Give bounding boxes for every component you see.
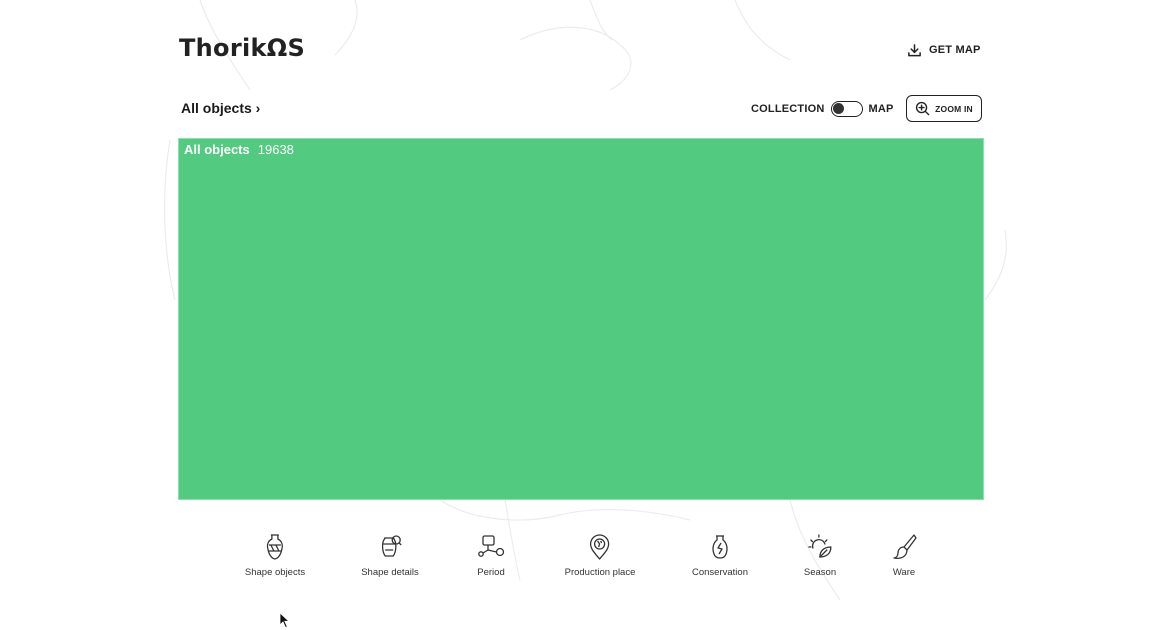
toggle-label-map: MAP [868,103,894,115]
treemap-count: 19638 [257,142,294,157]
facet-label: Shape details [361,567,419,578]
mouse-cursor-icon [279,612,291,629]
facet-label: Shape objects [244,567,306,578]
breadcrumb[interactable]: All objects › [181,100,260,116]
facet-period[interactable]: Period [477,532,505,578]
facet-label: Production place [564,567,636,578]
brush-icon [893,534,917,560]
toggle-label-collection: COLLECTION [751,103,825,115]
download-icon [908,43,921,56]
facet-season[interactable]: Season [804,532,836,578]
facet-label: Season [803,567,837,578]
facet-shape-details[interactable]: Shape details [361,532,419,578]
treemap-label: All objects 19638 [184,142,294,157]
facet-production-place[interactable]: Production place [564,532,636,578]
treemap-title: All objects [184,142,250,157]
facet-label: Conservation [692,567,748,578]
collection-map-switch[interactable] [830,101,863,117]
view-toggle: COLLECTION MAP [751,100,894,118]
get-map-label: GET MAP [929,44,981,56]
switch-knob [832,103,844,114]
facet-label: Ware [892,567,916,578]
facet-conservation[interactable]: Conservation [692,532,748,578]
zoom-in-icon [915,101,930,116]
treemap-all-objects[interactable]: All objects 19638 [178,138,984,500]
zoom-in-label: ZOOM IN [935,103,973,114]
vase-detail-icon [381,535,402,557]
sun-leaf-icon [808,534,832,558]
amphora-icon [266,534,284,560]
facet-ware[interactable]: Ware [890,532,918,578]
facet-shape-objects[interactable]: Shape objects [245,532,305,578]
broken-vase-icon [712,535,728,559]
zoom-in-button[interactable]: ZOOM IN [906,95,982,122]
map-pin-icon [590,534,610,560]
timeline-icon [478,535,505,557]
get-map-button[interactable]: GET MAP [907,40,981,60]
facet-label: Period [477,567,505,578]
app-logo: ThorikΩS [179,34,306,62]
